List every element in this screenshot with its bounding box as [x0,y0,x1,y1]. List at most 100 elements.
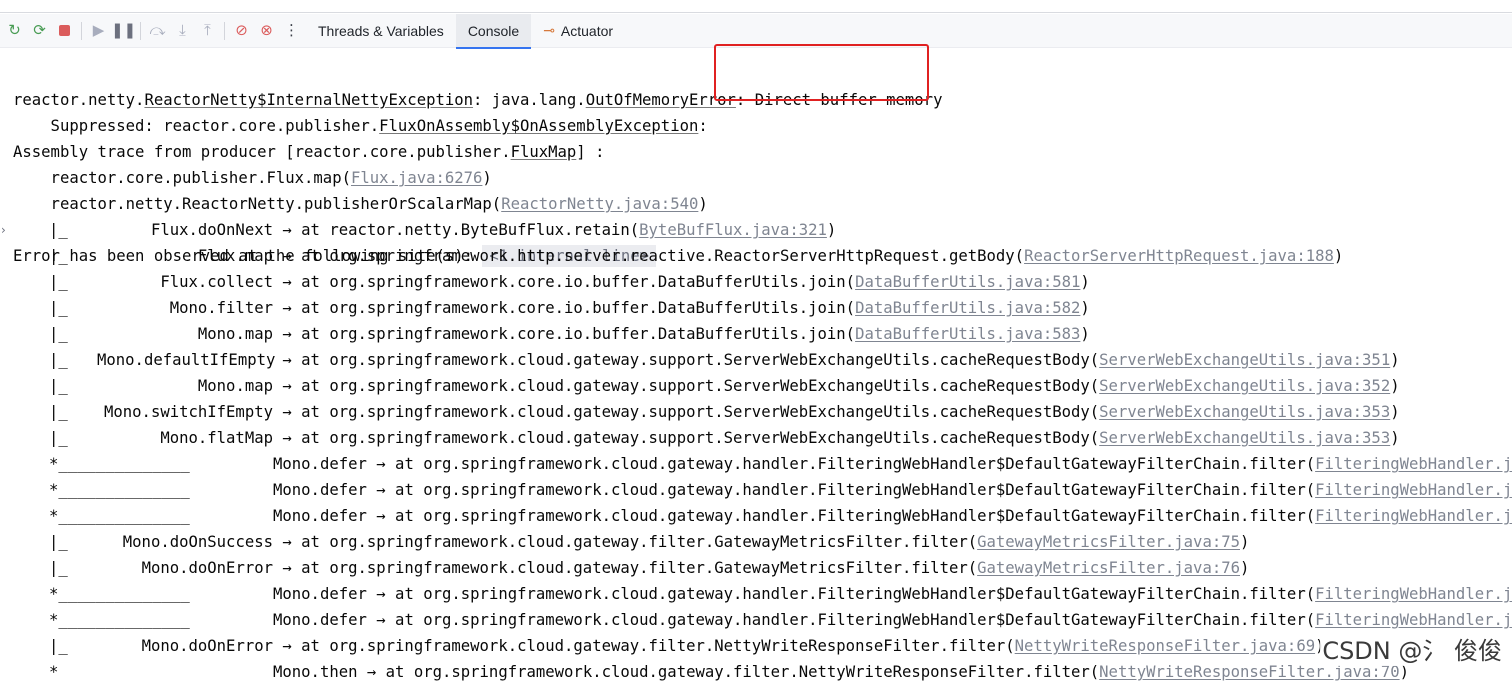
tab-threads-variables[interactable]: Threads & Variables [306,14,456,48]
step-out-icon[interactable]: ⤒ [195,14,220,48]
trace-operator: Mono.doOnSuccess [122,533,273,551]
trace-close-paren: ) [1080,299,1090,317]
trace-prefix: |_ [49,351,68,369]
trace-location: → at org.springframework.cloud.gateway.s… [273,429,1100,447]
trace-close-paren: ) [1080,273,1090,291]
tab-actuator[interactable]: ⊸ Actuator [531,14,625,48]
source-link[interactable]: FilteringWebHandler.java:113 [1315,455,1512,473]
trace-location: → at org.springframework.cloud.gateway.s… [273,351,1100,369]
source-link[interactable]: GatewayMetricsFilter.java:75 [977,533,1240,551]
trace-prefix: |_ [49,637,68,655]
step-into-icon[interactable]: ⤓ [170,14,195,48]
trace-operator: Flux.collect [160,273,273,291]
rerun-failed-icon[interactable]: ⟳ [27,14,52,48]
pause-icon[interactable]: ❚❚ [111,14,136,48]
console-line: Assembly trace from producer [reactor.co… [0,113,1512,161]
trace-line: |_ Mono.map → at org.springframework.core… [0,321,1512,347]
trace-close-paren: ) [1390,429,1400,447]
source-link[interactable]: FilteringWebHandler.java:113 [1315,481,1512,499]
trace-line: |_ Mono.map → at org.springframework.clou… [0,373,1512,399]
trace-operator: Mono.then [273,663,358,681]
trace-line: |_ Flux.map → at org.springframework.http… [0,243,1512,269]
source-link[interactable]: ReactorServerHttpRequest.java:188 [1024,247,1334,265]
trace-line: *______________ Mono.defer → at org.sprin… [0,503,1512,529]
source-link[interactable]: GatewayMetricsFilter.java:76 [977,559,1240,577]
toolbar-separator [224,21,225,40]
toolbar-separator [81,21,82,40]
trace-operator: Mono.flatMap [160,429,273,447]
trace-prefix: |_ [49,247,68,265]
source-link[interactable]: DataBufferUtils.java:583 [855,325,1080,343]
trace-operator: Flux.doOnNext [150,221,273,239]
trace-close-paren: ) [826,221,837,239]
trace-line: |_ Mono.flatMap → at org.springframework.… [0,425,1512,451]
trace-location: → at org.springframework.cloud.gateway.f… [273,559,978,577]
step-over-icon[interactable]: ⤼ [145,14,170,48]
trace-close-paren: ) [1333,247,1344,265]
trace-operator: Mono.switchIfEmpty [104,403,273,421]
trace-line: *______________ Mono.defer → at org.sprin… [0,477,1512,503]
source-link[interactable]: ByteBufFlux.java:321 [639,221,827,239]
source-link[interactable]: FilteringWebHandler.java:113 [1315,507,1512,525]
trace-operator: Mono.map [197,325,273,343]
trace-location: → at org.springframework.cloud.gateway.f… [273,533,978,551]
trace-location: → at org.springframework.cloud.gateway.s… [273,403,1100,421]
toolbar-separator [140,21,141,40]
trace-line: |_ Mono.doOnError → at org.springframewor… [0,555,1512,581]
trace-line: |_ Flux.doOnNext → at reactor.netty.ByteB… [0,217,1512,243]
trace-prefix: |_ [49,533,68,551]
source-link[interactable]: ServerWebExchangeUtils.java:351 [1099,351,1390,369]
trace-prefix: *______________ [49,585,190,603]
trace-prefix: |_ [49,377,68,395]
debug-toolbar: ↻ ⟳ ▶ ❚❚ ⤼ ⤓ ⤒ ⊘ ⊗ ⋮ Threads & Variables… [0,13,1512,49]
trace-line: *______________ Mono.defer → at org.sprin… [0,581,1512,607]
trace-operator: Mono.defer [273,481,367,499]
mute-breakpoints-icon[interactable]: ⊗ [254,14,279,48]
more-icon[interactable]: ⋮ [279,14,304,48]
trace-operator: Mono.defer [273,611,367,629]
resume-icon[interactable]: ▶ [86,14,111,48]
trace-prefix: *______________ [49,481,190,499]
source-link[interactable]: ServerWebExchangeUtils.java:353 [1099,429,1390,447]
trace-location: → at org.springframework.cloud.gateway.h… [366,481,1316,499]
console-line: reactor.core.publisher.Flux.map(Flux.jav… [0,139,1512,187]
source-link[interactable]: DataBufferUtils.java:582 [855,299,1080,317]
tab-console[interactable]: Console [455,13,532,49]
source-link[interactable]: ServerWebExchangeUtils.java:352 [1099,377,1390,395]
trace-prefix: |_ [49,559,68,577]
trace-location: → at org.springframework.cloud.gateway.f… [273,637,1015,655]
trace-close-paren: ) [1240,559,1250,577]
trace-prefix: |_ [49,403,68,421]
trace-location: → at org.springframework.http.server.rea… [273,247,1025,265]
trace-prefix: *______________ [49,611,190,629]
trace-location: → at org.springframework.cloud.gateway.h… [366,585,1316,603]
source-link[interactable]: FilteringWebHandler.java:113 [1315,611,1512,629]
watermark: CSDN @氵 俊俊 [1320,631,1504,666]
source-link[interactable]: DataBufferUtils.java:581 [855,273,1080,291]
trace-line: * Mono.then → at org.springframework.clou… [0,659,1512,685]
source-link[interactable]: NettyWriteResponseFilter.java:69 [1015,637,1315,655]
stop-icon[interactable] [52,14,77,48]
window-top-strip [0,0,1512,13]
source-link[interactable]: FilteringWebHandler.java:113 [1315,585,1512,603]
trace-operator: Mono.defaultIfEmpty [97,351,276,369]
trace-line: |_ Mono.switchIfEmpty → at org.springfram… [0,399,1512,425]
trace-operator: Mono.doOnError [141,559,273,577]
trace-prefix: |_ [49,325,68,343]
trace-location: → at org.springframework.core.io.buffer.… [273,325,856,343]
trace-location: → at org.springframework.core.io.buffer.… [273,299,856,317]
view-breakpoints-icon[interactable]: ⊘ [229,14,254,48]
trace-operator: Mono.defer [273,455,367,473]
console-output[interactable]: reactor.netty.ReactorNetty$InternalNetty… [0,61,1512,681]
trace-location: → at org.springframework.core.io.buffer.… [273,273,856,291]
trace-operator: Flux.map [197,247,273,265]
trace-operator: Mono.defer [273,507,367,525]
trace-list: |_ Flux.doOnNext → at reactor.netty.ByteB… [0,217,1512,685]
trace-location: → at org.springframework.cloud.gateway.s… [273,377,1100,395]
trace-location: → at reactor.netty.ByteBufFlux.retain( [273,221,640,239]
rerun-icon[interactable]: ↻ [2,14,27,48]
tab-label: Actuator [560,22,614,39]
trace-operator: Mono.defer [273,585,367,603]
trace-line: |_ Mono.doOnSuccess → at org.springframew… [0,529,1512,555]
source-link[interactable]: ServerWebExchangeUtils.java:353 [1099,403,1390,421]
